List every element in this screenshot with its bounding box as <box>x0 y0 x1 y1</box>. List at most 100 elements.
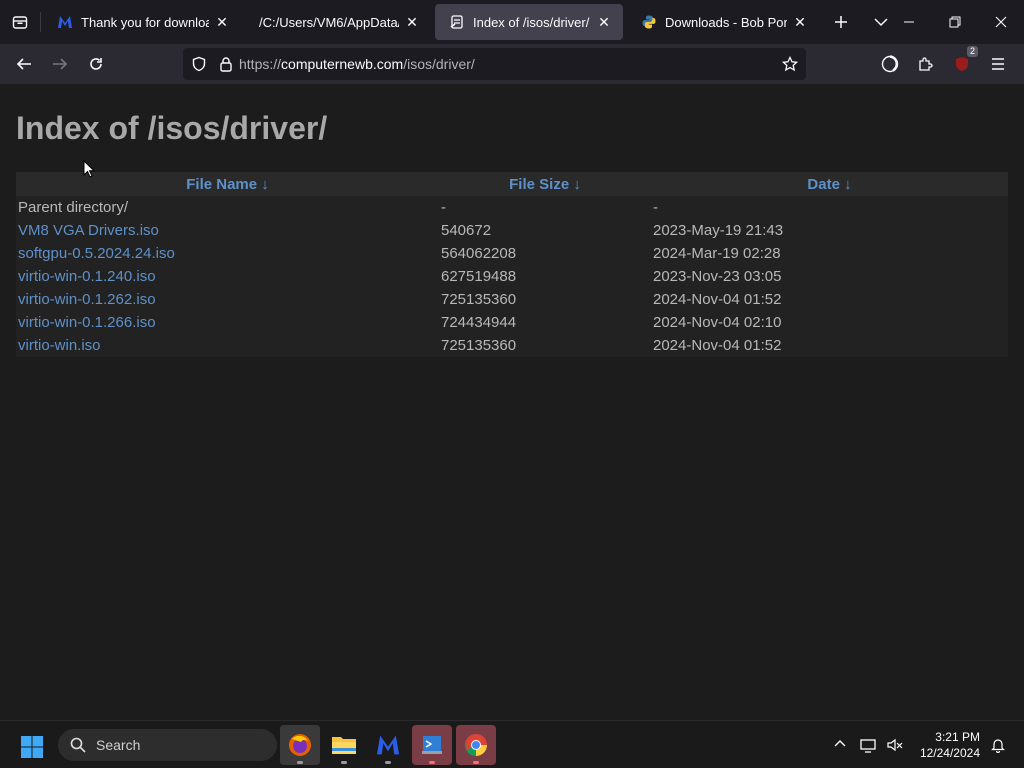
new-tab-button[interactable] <box>821 4 861 40</box>
tabs-folder-icon <box>12 16 28 29</box>
window-controls <box>886 0 1024 44</box>
file-size-cell: 724434944 <box>441 314 517 331</box>
file-listing-table: File Name ↓ File Size ↓ Date ↓ Parent di… <box>16 172 1008 357</box>
search-placeholder: Search <box>96 737 141 753</box>
close-tab-icon[interactable]: ✕ <box>595 13 613 31</box>
taskbar-firefox[interactable] <box>280 725 320 765</box>
file-link[interactable]: virtio-win-0.1.240.iso <box>18 268 156 285</box>
date-cell: - <box>653 199 658 216</box>
lock-icon[interactable] <box>219 56 233 72</box>
close-tab-icon[interactable]: ✕ <box>213 13 231 31</box>
chrome-icon <box>464 734 487 756</box>
table-row: virtio-win-0.1.262.iso 725135360 2024-No… <box>16 288 1008 311</box>
ublock-shield-icon <box>956 57 968 71</box>
taskbar-clock[interactable]: 3:21 PM 12/24/2024 <box>920 729 980 761</box>
column-header-file-name[interactable]: File Name ↓ <box>16 172 439 196</box>
page-heading: Index of /isos/driver/ <box>16 110 328 146</box>
file-link[interactable]: virtio-win-0.1.266.iso <box>18 314 156 331</box>
taskbar-search[interactable]: Search <box>58 729 277 761</box>
close-tab-icon[interactable]: ✕ <box>791 13 809 31</box>
plus-icon <box>835 16 847 28</box>
reload-icon <box>90 58 102 70</box>
date-cell: 2023-May-19 21:43 <box>653 222 784 239</box>
table-row: virtio-win-0.1.266.iso 724434944 2024-No… <box>16 311 1008 334</box>
menu-button[interactable] <box>980 48 1016 80</box>
extensions-button[interactable] <box>908 48 944 80</box>
taskbar-installer[interactable] <box>412 725 452 765</box>
reload-button[interactable] <box>78 48 114 80</box>
url-domain: computernewb.com <box>281 56 404 72</box>
folder-icon <box>332 737 356 754</box>
column-header-file-size[interactable]: File Size ↓ <box>439 172 651 196</box>
close-window-button[interactable] <box>978 0 1024 44</box>
tab-strip: Thank you for downloading ✕ /C:/Users/VM… <box>0 0 1024 44</box>
file-link[interactable]: virtio-win-0.1.262.iso <box>18 291 156 308</box>
notification-bell-icon[interactable] <box>990 737 1006 753</box>
table-header-row: File Name ↓ File Size ↓ Date ↓ <box>16 172 1008 196</box>
tab-title: /C:/Users/VM6/AppData/Lo <box>259 14 399 30</box>
tab-list-button[interactable] <box>0 0 40 44</box>
tab-title: Index of /isos/driver/ <box>473 14 590 30</box>
url-text[interactable]: https://computernewb.com/isos/driver/ <box>239 56 475 72</box>
table-row: virtio-win.iso 725135360 2024-Nov-04 01:… <box>16 334 1008 357</box>
ublock-button[interactable]: 2 <box>944 46 980 80</box>
file-size-cell: 564062208 <box>441 245 517 262</box>
date-cell: 2024-Nov-04 02:10 <box>653 314 782 331</box>
forward-arrow-icon <box>53 58 68 70</box>
start-button[interactable] <box>20 735 44 764</box>
tracking-protection-icon[interactable] <box>191 56 207 72</box>
tab-title: Thank you for downloading <box>81 14 209 30</box>
file-size-cell: 540672 <box>441 222 492 239</box>
clock-time: 3:21 PM <box>935 730 980 744</box>
table-row: virtio-win-0.1.240.iso 627519488 2023-No… <box>16 265 1008 288</box>
tab-local-file[interactable]: /C:/Users/VM6/AppData/Lo ✕ <box>245 4 431 40</box>
file-link[interactable]: virtio-win.iso <box>18 337 101 354</box>
tab-bob-pony[interactable]: Downloads - Bob Pony ✕ <box>627 4 819 40</box>
page-icon <box>449 14 465 30</box>
tab-malwarebytes[interactable]: Thank you for downloading ✕ <box>43 4 241 40</box>
malwarebytes-icon <box>377 735 399 755</box>
python-icon <box>641 14 657 30</box>
forward-button[interactable] <box>42 48 78 80</box>
tab-title: Downloads - Bob Pony <box>665 14 787 30</box>
date-cell: 2024-Nov-04 01:52 <box>653 291 782 308</box>
clock-date: 12/24/2024 <box>919 746 980 760</box>
taskbar-chrome[interactable] <box>456 725 496 765</box>
bookmark-star-icon[interactable] <box>782 56 798 72</box>
parent-directory-row: Parent directory/ - - <box>16 196 1008 219</box>
taskbar: Search 3:21 PM 12/24/2024 <box>0 720 1024 768</box>
running-indicator <box>297 761 303 764</box>
minimize-button[interactable] <box>886 0 932 44</box>
windows-logo-icon <box>21 736 43 758</box>
hamburger-menu-icon <box>992 58 1004 70</box>
account-circle-icon <box>881 55 899 73</box>
volume-muted-icon[interactable] <box>886 737 904 753</box>
table-row: softgpu-0.5.2024.24.iso 564062208 2024-M… <box>16 242 1008 265</box>
malwarebytes-icon <box>57 14 73 30</box>
close-tab-icon[interactable]: ✕ <box>403 13 421 31</box>
account-button[interactable] <box>872 48 908 80</box>
minimize-icon <box>904 21 914 23</box>
date-cell: 2023-Nov-23 03:05 <box>653 268 782 285</box>
taskbar-file-explorer[interactable] <box>324 725 364 765</box>
taskbar-malwarebytes[interactable] <box>368 725 408 765</box>
restore-button[interactable] <box>932 0 978 44</box>
column-header-date[interactable]: Date ↓ <box>651 172 1008 196</box>
network-icon[interactable] <box>860 737 878 753</box>
file-link[interactable]: softgpu-0.5.2024.24.iso <box>18 245 175 262</box>
date-cell: 2024-Nov-04 01:52 <box>653 337 782 354</box>
date-cell: 2024-Mar-19 02:28 <box>653 245 781 262</box>
search-icon <box>70 737 86 753</box>
file-link[interactable]: VM8 VGA Drivers.iso <box>18 222 159 239</box>
tab-index-driver[interactable]: Index of /isos/driver/ ✕ <box>435 4 623 40</box>
running-indicator <box>429 761 435 764</box>
back-button[interactable] <box>6 48 42 80</box>
show-hidden-icons-chevron-icon[interactable] <box>834 739 846 747</box>
table-row: VM8 VGA Drivers.iso 540672 2023-May-19 2… <box>16 219 1008 242</box>
file-size-cell: - <box>441 199 446 216</box>
url-bar[interactable]: https://computernewb.com/isos/driver/ <box>183 48 806 80</box>
mouse-cursor-icon <box>83 160 95 178</box>
firefox-icon <box>289 734 311 756</box>
parent-directory-link[interactable]: Parent directory/ <box>16 196 439 219</box>
running-indicator <box>341 761 347 764</box>
